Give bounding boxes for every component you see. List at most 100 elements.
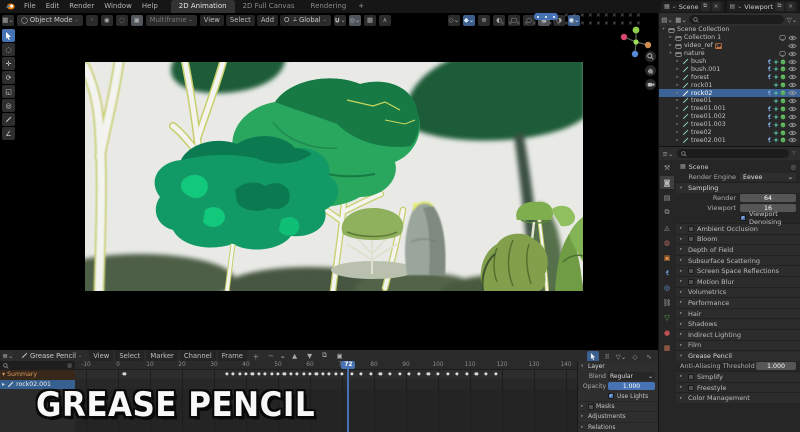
- properties-tab-scene[interactable]: ◬: [660, 221, 674, 234]
- grease-pencil-panel-header[interactable]: ▾ Grease Pencil: [676, 350, 800, 362]
- point-mask-button[interactable]: ◌: [115, 14, 128, 26]
- sidebar-section-masks[interactable]: ▸ Masks: [578, 401, 658, 411]
- editor-type-button[interactable]: ▦ ⌄: [2, 14, 14, 26]
- panel-expand-icon[interactable]: ▸: [680, 385, 685, 390]
- playhead-frame-badge[interactable]: 72: [341, 361, 356, 369]
- sampling-value-field[interactable]: 64: [740, 193, 796, 203]
- panel-expand-icon[interactable]: ▸: [680, 396, 685, 401]
- panel-expand-icon[interactable]: ▸: [680, 322, 685, 327]
- panel-film[interactable]: ▸ Film: [676, 339, 800, 351]
- scene-selector[interactable]: ▦ ⌄ Scene ⧉ ✕: [661, 1, 724, 12]
- panel-simplify[interactable]: ▸ Simplify: [676, 371, 800, 382]
- panel-expand-icon[interactable]: ▸: [680, 279, 685, 284]
- gp-guides-button[interactable]: ▦: [363, 14, 376, 26]
- panel-expand-icon[interactable]: ▸: [581, 414, 586, 419]
- properties-tab-view-layer[interactable]: ⧉: [660, 206, 674, 219]
- snapping-dropdown[interactable]: ⌄: [333, 14, 346, 26]
- panel-checkbox[interactable]: [688, 373, 694, 380]
- hide-viewport-icon[interactable]: [788, 82, 797, 88]
- outliner-row-video-ref[interactable]: ▸ video_ref: [659, 42, 800, 50]
- tweak-select-tool[interactable]: [2, 29, 15, 42]
- dopesheet-menu-select[interactable]: Select: [115, 350, 145, 361]
- outliner-display-mode-dropdown[interactable]: ▤ ⌄: [661, 14, 673, 25]
- hide-viewport-icon[interactable]: [788, 35, 797, 41]
- hide-viewport-icon[interactable]: [788, 51, 797, 57]
- disclosure-icon[interactable]: ▸: [668, 35, 673, 40]
- panel-expand-icon[interactable]: ▸: [680, 290, 685, 295]
- properties-tab-world[interactable]: ◍: [660, 236, 674, 249]
- outliner-row-forest[interactable]: ▸ forest: [659, 73, 800, 81]
- menu-window[interactable]: Window: [99, 0, 137, 13]
- rotate-tool[interactable]: ⟳: [2, 71, 15, 84]
- show-gizmo-button[interactable]: ⊕: [478, 14, 490, 26]
- panel-expand-icon[interactable]: ▸: [680, 332, 685, 337]
- panel-expand-icon[interactable]: ▸: [680, 343, 685, 348]
- properties-tab-output[interactable]: ▤: [660, 191, 674, 204]
- keyframe-jump-down-button[interactable]: ▼: [303, 350, 316, 361]
- properties-tab-texture[interactable]: ▦: [660, 341, 674, 354]
- outliner-search-input[interactable]: [689, 15, 784, 24]
- unlink-scene-button[interactable]: ✕: [711, 2, 721, 11]
- hide-viewport-icon[interactable]: [788, 66, 797, 72]
- sidebar-section-adjustments[interactable]: ▸ Adjustments: [578, 411, 658, 421]
- dopesheet-mode-dropdown[interactable]: Grease Pencil ⌄: [17, 350, 87, 361]
- opacity-slider[interactable]: 1.000: [608, 382, 655, 390]
- outliner-row-tree02-001[interactable]: ▸ tree02.001: [659, 136, 800, 144]
- panel-subsurface-scattering[interactable]: ▸ Subsurface Scattering: [676, 254, 800, 266]
- outliner-row-collection-1[interactable]: ▸ Collection 1: [659, 34, 800, 42]
- channel-search-input[interactable]: ▥: [0, 361, 75, 370]
- render-engine-dropdown[interactable]: Eevee ⌄: [740, 172, 796, 182]
- panel-shadows[interactable]: ▸ Shadows: [676, 318, 800, 329]
- transform-orientation-dropdown[interactable]: ⟂ Global ⌄: [289, 14, 331, 26]
- disclosure-icon[interactable]: ▾: [661, 27, 666, 32]
- properties-tab-tool[interactable]: ⚒: [660, 161, 674, 174]
- menu-render[interactable]: Render: [64, 0, 99, 13]
- disclosure-icon[interactable]: ▸: [675, 91, 680, 96]
- panel-expand-icon[interactable]: ▸: [680, 258, 685, 263]
- insert-keyframe-button[interactable]: ＋: [249, 350, 262, 361]
- dopesheet-menu-frame[interactable]: Frame: [217, 350, 247, 361]
- properties-tab-object[interactable]: ▣: [660, 251, 674, 264]
- panel-checkbox[interactable]: [688, 278, 694, 285]
- viewport-menu-view[interactable]: View: [199, 14, 224, 26]
- filter-icon[interactable]: ▽: [792, 151, 797, 156]
- paint-mask-button[interactable]: ◉: [100, 14, 113, 26]
- mode-dropdown[interactable]: ◯ Object Mode ⌄: [17, 14, 83, 26]
- keyframe-jump-up-button[interactable]: ▲: [288, 350, 301, 361]
- pan-hand-icon[interactable]: [645, 65, 656, 76]
- panel-color-management[interactable]: ▸ Color Management: [676, 392, 800, 403]
- viewport-menu-select[interactable]: Select: [225, 14, 255, 26]
- blend-dropdown[interactable]: Regular ⌄: [608, 372, 655, 380]
- disclosure-icon[interactable]: ▸: [675, 138, 680, 143]
- outliner-collection-dropdown[interactable]: ▦ ⌄: [675, 14, 687, 25]
- outliner-filter-button[interactable]: ▽ ⌄: [786, 14, 798, 25]
- panel-expand-icon[interactable]: ▸: [680, 374, 685, 379]
- timeline-ruler[interactable]: -100102030405060708090100110120130140: [75, 361, 577, 370]
- panel-expand-icon[interactable]: ▸: [581, 404, 586, 409]
- outliner-row-rock02[interactable]: ▸ rock02: [659, 89, 800, 98]
- sampling-panel-header[interactable]: ▾ Sampling: [676, 182, 800, 193]
- disclosure-icon[interactable]: ▸: [675, 83, 680, 88]
- panel-freestyle[interactable]: ▸ Freestyle: [676, 381, 800, 393]
- hide-viewport-icon[interactable]: [788, 114, 797, 120]
- properties-tab-object-data[interactable]: ▽: [660, 311, 674, 324]
- camera-canvas[interactable]: [85, 62, 583, 291]
- zoom-icon[interactable]: [645, 51, 656, 62]
- panel-depth-of-field[interactable]: ▸ Depth of Field: [676, 244, 800, 255]
- dopesheet-menu-marker[interactable]: Marker: [146, 350, 178, 361]
- properties-search-input[interactable]: [677, 149, 789, 158]
- workspace-tab-rendering[interactable]: Rendering: [303, 0, 355, 13]
- viewport-menu-add[interactable]: Add: [256, 14, 279, 26]
- disclosure-icon[interactable]: ▸: [675, 106, 680, 111]
- panel-checkbox[interactable]: [688, 268, 694, 275]
- hide-viewport-icon[interactable]: [788, 137, 797, 143]
- outliner-row-bush-001[interactable]: ▸ bush.001: [659, 65, 800, 73]
- panel-performance[interactable]: ▸ Performance: [676, 297, 800, 308]
- snap-toggle-button[interactable]: ◆ ⌄: [463, 14, 475, 26]
- add-workspace-button[interactable]: +: [354, 0, 368, 13]
- aa-threshold-field[interactable]: 1.000: [756, 361, 796, 371]
- hide-viewport-icon[interactable]: [788, 74, 797, 80]
- curve-falloff-button[interactable]: ∧: [378, 14, 391, 26]
- pivot-point-dropdown[interactable]: ◇ ⌄: [448, 14, 460, 26]
- blender-logo-icon[interactable]: [5, 2, 15, 11]
